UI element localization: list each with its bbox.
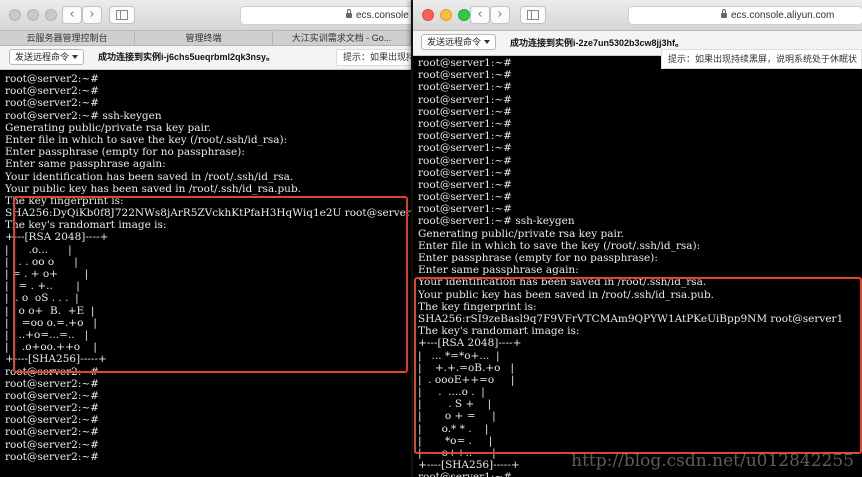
back-arrow-icon[interactable]: ‹ [470, 6, 490, 24]
sidebar-toggle-button[interactable] [109, 6, 135, 24]
terminal-line: root@server1:~# [413, 471, 862, 477]
terminal-line: root@server2:~# [5, 426, 99, 439]
terminal-line: Enter same passphrase again: [5, 158, 166, 171]
terminal-line: Enter file in which to save the key (/ro… [418, 239, 701, 252]
terminal-line: root@server1:~# [418, 105, 512, 118]
left-send-remote-label: 发送远程命令 [15, 52, 70, 62]
left-send-remote-command-button[interactable]: 发送远程命令 [9, 49, 85, 65]
terminal-line: root@server2:~# [5, 73, 99, 85]
terminal-line: Enter file in which to save the key (/ro… [5, 133, 288, 146]
terminal-line: root@server1:~# [418, 130, 512, 143]
dropdown-caret-icon [72, 55, 79, 59]
right-browser-window: ‹ › ecs.console.aliyun.com 发送远程命令 成功连接到实… [413, 0, 862, 477]
zoom-light[interactable] [45, 9, 57, 21]
sidebar-toggle-button[interactable] [520, 6, 546, 24]
terminal-line: Your public key has been saved in /root/… [5, 182, 302, 195]
terminal-line: root@server1:~# ssh-keygen [418, 215, 575, 228]
terminal-line: root@server1:~# [418, 142, 512, 155]
dropdown-caret-icon [484, 40, 491, 44]
sidebar-icon [116, 10, 128, 20]
terminal-line: root@server2:~# [5, 97, 99, 110]
terminal-line: root@server2:~# [5, 389, 99, 402]
terminal-line: root@server2:~# [5, 85, 99, 98]
forward-arrow-icon[interactable]: › [82, 6, 102, 24]
terminal-line: root@server1:~# [418, 178, 512, 191]
terminal-line: root@server2:~# [5, 377, 99, 390]
terminal-line: Your identification has been saved in /r… [5, 170, 294, 183]
terminal-line: Enter same passphrase again: [418, 264, 579, 277]
terminal-line: Enter passphrase (empty for no passphras… [418, 252, 658, 264]
right-traffic-lights [422, 8, 476, 26]
left-connection-status: 成功连接到实例i-j6chs5ueqrbml2qk3nsy。 [98, 52, 276, 62]
terminal-line: root@server2:~# [5, 402, 99, 415]
back-arrow-icon[interactable]: ‹ [62, 6, 82, 24]
minimize-light[interactable] [27, 9, 39, 21]
right-fingerprint-highlight-box [414, 277, 862, 454]
minimize-light[interactable] [440, 9, 452, 21]
right-titlebar: ‹ › ecs.console.aliyun.com [413, 0, 862, 31]
left-address-bar[interactable]: ecs.console [240, 6, 411, 25]
tab-management-terminal[interactable]: 管理终端 [135, 31, 273, 45]
right-url-text: ecs.console.aliyun.com [731, 10, 835, 21]
csdn-watermark: http://blog.csdn.net/u012842255 [571, 451, 854, 471]
lock-icon [721, 9, 727, 18]
right-send-remote-command-button[interactable]: 发送远程命令 [421, 34, 497, 50]
left-traffic-lights [9, 8, 63, 26]
left-tab-bar: 云服务器管理控制台 管理终端 大江实训需求文档 - Go... [0, 31, 411, 46]
left-titlebar: ‹ › ecs.console [0, 0, 411, 31]
terminal-line: root@server1:~# [418, 93, 512, 106]
left-terminal-toolbar: 发送远程命令 成功连接到实例i-j6chs5ueqrbml2qk3nsy。 提示… [0, 46, 411, 70]
close-light[interactable] [9, 9, 21, 21]
terminal-line: root@server1:~# [418, 117, 512, 130]
terminal-line: Enter passphrase (empty for no passphras… [5, 146, 245, 159]
terminal-line: root@server2:~# [5, 438, 99, 451]
left-tip-box: 提示：如果出现持 [336, 49, 411, 66]
terminal-line: root@server1:~# [418, 69, 512, 82]
lock-icon [346, 9, 352, 18]
sidebar-icon [527, 10, 539, 20]
left-fingerprint-highlight-box [13, 196, 408, 373]
terminal-line: root@server1:~# [418, 166, 512, 179]
left-url-text: ecs.console [356, 10, 409, 21]
close-light[interactable] [422, 9, 434, 21]
right-address-bar[interactable]: ecs.console.aliyun.com [628, 6, 862, 25]
forward-arrow-icon[interactable]: › [490, 6, 510, 24]
terminal-line: root@server2:~# [5, 414, 99, 427]
right-tip-box: 提示：如果出现持续黑屏，说明系统处于休眠状 [661, 49, 862, 69]
terminal-line: root@server1:~# [418, 203, 512, 216]
terminal-line: root@server1:~# [418, 191, 512, 204]
left-browser-window: ‹ › ecs.console 云服务器管理控制台 管理终端 大江实训需求文档 - … [0, 0, 411, 477]
terminal-line: Generating public/private rsa key pair. [418, 227, 625, 240]
terminal-line: root@server2:~# ssh-keygen [5, 109, 162, 122]
terminal-line: Generating public/private rsa key pair. [5, 121, 212, 134]
tab-ecs-console[interactable]: 云服务器管理控制台 [0, 31, 135, 45]
terminal-line: root@server2:~# [5, 450, 99, 463]
right-connection-status: 成功连接到实例i-2ze7un5302b3cw8jj3hf。 [510, 38, 685, 48]
zoom-light[interactable] [458, 9, 470, 21]
tab-requirements-doc[interactable]: 大江实训需求文档 - Go... [273, 31, 411, 45]
terminal-line: root@server1:~# [418, 154, 512, 167]
terminal-line: root@server1:~# [418, 81, 512, 94]
right-send-remote-label: 发送远程命令 [427, 37, 482, 47]
